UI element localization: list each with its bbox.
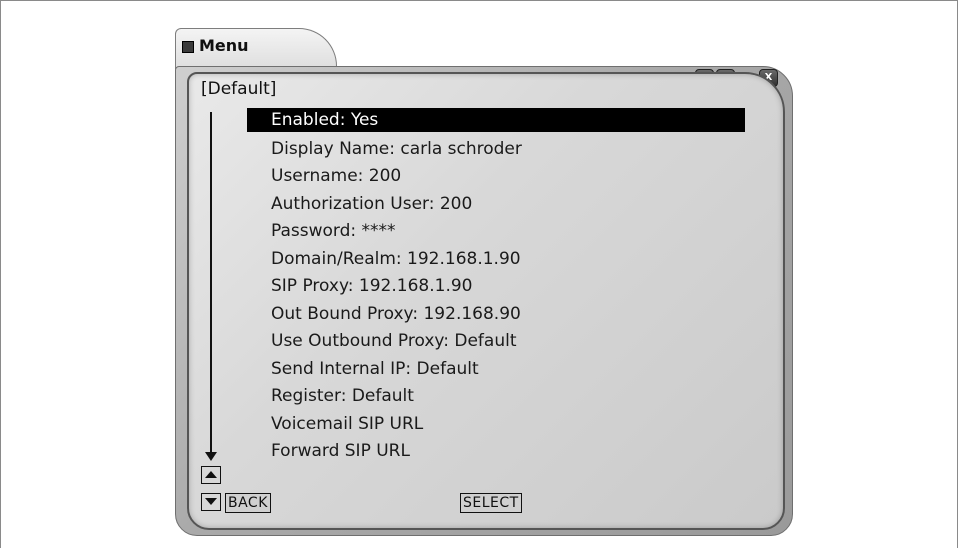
arrow-up-icon — [205, 471, 217, 478]
list-item-enabled[interactable]: Enabled: Yes — [247, 108, 745, 132]
list-item-send-internal-ip[interactable]: Send Internal IP: Default — [247, 356, 745, 384]
list-item-register[interactable]: Register: Default — [247, 383, 745, 411]
scroll-up-button[interactable] — [201, 466, 221, 484]
list-item-sip-proxy[interactable]: SIP Proxy: 192.168.1.90 — [247, 273, 745, 301]
group-label: [Default] — [201, 79, 277, 99]
settings-list: Enabled: Yes Display Name: carla schrode… — [247, 108, 745, 466]
list-item-voicemail-sip-url[interactable]: Voicemail SIP URL — [247, 411, 745, 439]
select-button[interactable]: SELECT — [460, 493, 522, 513]
list-item-forward-sip-url[interactable]: Forward SIP URL — [247, 438, 745, 466]
scroll-down-button[interactable] — [201, 493, 221, 511]
list-item-username[interactable]: Username: 200 — [247, 163, 745, 191]
title-tab: Menu — [175, 28, 337, 69]
list-item-display-name[interactable]: Display Name: carla schroder — [247, 136, 745, 164]
scroll-down-arrow-icon — [205, 452, 217, 461]
window-title: Menu — [199, 36, 249, 55]
list-item-domain-realm[interactable]: Domain/Realm: 192.168.1.90 — [247, 246, 745, 274]
list-item-password[interactable]: Password: **** — [247, 218, 745, 246]
arrow-down-icon — [205, 498, 217, 505]
list-item-outbound-proxy[interactable]: Out Bound Proxy: 192.168.90 — [247, 301, 745, 329]
scroll-indicator-line — [210, 112, 212, 454]
list-item-use-outbound-proxy[interactable]: Use Outbound Proxy: Default — [247, 328, 745, 356]
list-item-authorization-user[interactable]: Authorization User: 200 — [247, 191, 745, 219]
back-button[interactable]: BACK — [225, 493, 271, 513]
menu-window: Menu ? _ X [Default] Enabled: Yes Displa… — [175, 28, 793, 536]
window-menu-icon[interactable] — [182, 41, 194, 53]
